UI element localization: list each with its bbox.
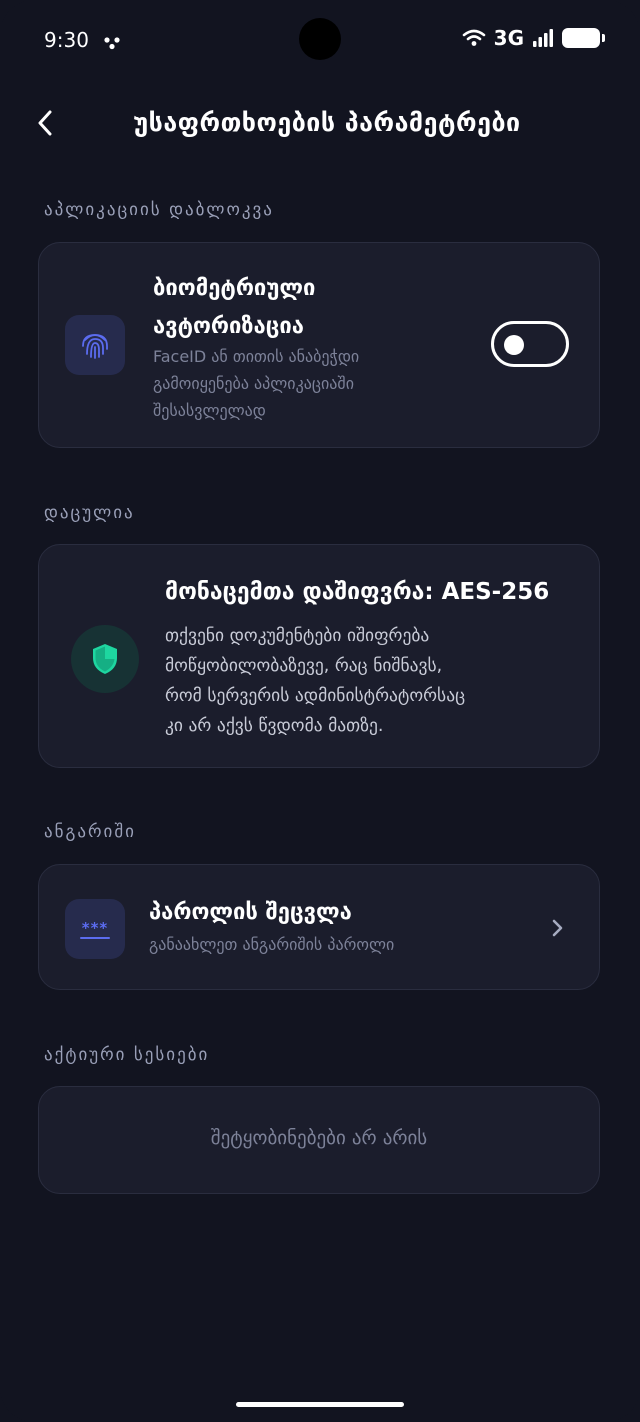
fingerprint-icon-box [65, 315, 125, 375]
encryption-desc-line4: კი არ აქვს წვდომა მათზე. [165, 716, 384, 736]
encryption-card: მონაცემთა დაშიფვრა: AES-256 თქვენი დოკუმ… [38, 544, 600, 768]
section-label-protected: დაცულია [44, 503, 135, 523]
encryption-title: მონაცემთა დაშიფვრა: AES-256 [165, 579, 550, 605]
biometric-card: ბიომეტრიული ავტორიზაცია FaceID ან თითის … [38, 242, 600, 448]
front-camera [299, 18, 341, 60]
biometric-desc-line1: FaceID ან თითის ანაბეჭდი [153, 347, 360, 366]
encryption-desc-line2: მოწყობილობაზევე, რაც ნიშნავს, [165, 656, 443, 676]
signal-icon [533, 29, 553, 47]
section-label-app-lock: აპლიკაციის დაბლოკვა [44, 200, 274, 220]
status-icons: 3G [462, 26, 605, 50]
sessions-empty-text: შეტყობინებები არ არის [210, 1127, 428, 1149]
status-time: 9:30 [44, 28, 89, 52]
biometric-desc-line3: შესასვლელად [153, 401, 266, 420]
password-title: პაროლის შეცვლა [149, 900, 352, 925]
phone-screen: 9:30 3G უსაფრთხოების პარამეტრები აპლიკაც… [0, 0, 640, 1422]
password-icon-text: *** [81, 918, 109, 937]
wifi-icon [462, 29, 485, 46]
shield-icon-circle [71, 625, 139, 693]
change-password-card[interactable]: *** პაროლის შეცვლა განაახლეთ ანგარიშის პ… [38, 864, 600, 990]
page-title: უსაფრთხოების პარამეტრები [133, 108, 521, 137]
password-icon: *** [65, 899, 125, 959]
sessions-card: შეტყობინებები არ არის [38, 1086, 600, 1194]
password-underline [80, 936, 110, 939]
toggle-knob [504, 335, 524, 355]
shield-check-icon [93, 644, 117, 674]
encryption-desc-line1: თქვენი დოკუმენტები იშიფრება [165, 626, 430, 646]
home-indicator[interactable] [236, 1402, 404, 1407]
encryption-description: თქვენი დოკუმენტები იშიფრება მოწყობილობაზ… [165, 621, 585, 741]
fingerprint-icon [82, 334, 108, 359]
section-label-sessions: აქტიური სესიები [44, 1045, 210, 1065]
section-label-account: ანგარიში [44, 822, 136, 842]
biometric-toggle[interactable] [491, 321, 569, 367]
battery-icon [562, 28, 605, 48]
network-type: 3G [493, 26, 524, 50]
biometric-title-line2: ავტორიზაცია [153, 314, 304, 339]
biometric-desc-line2: გამოიყენება აპლიკაციაში [153, 374, 354, 393]
chevron-right-icon [552, 919, 563, 937]
biometric-title-line1: ბიომეტრიული [153, 276, 316, 301]
dots-icon [104, 37, 120, 50]
encryption-desc-line3: რომ სერვერის ადმინისტრატორსაც [165, 686, 466, 706]
password-description: განაახლეთ ანგარიშის პაროლი [149, 935, 395, 954]
